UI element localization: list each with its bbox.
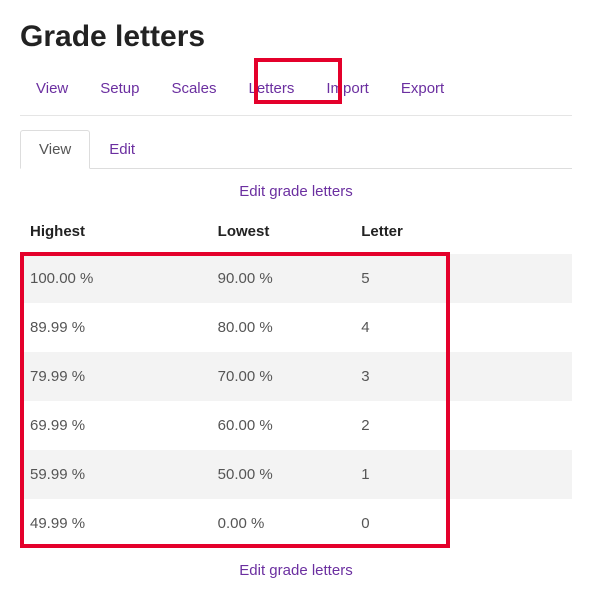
cell-highest: 100.00 % [20, 254, 208, 303]
table-row: 49.99 % 0.00 % 0 [20, 499, 572, 548]
table-row: 59.99 % 50.00 % 1 [20, 450, 572, 499]
cell-lowest: 70.00 % [208, 352, 352, 401]
cell-highest: 69.99 % [20, 401, 208, 450]
page-title: Grade letters [20, 20, 572, 54]
cell-letter: 4 [351, 303, 572, 352]
cell-highest: 79.99 % [20, 352, 208, 401]
table-row: 100.00 % 90.00 % 5 [20, 254, 572, 303]
tab-scales[interactable]: Scales [169, 74, 218, 103]
tab-setup[interactable]: Setup [98, 74, 141, 103]
cell-letter: 0 [351, 499, 572, 548]
main-tab-bar: View Setup Scales Letters Import Export [20, 68, 572, 116]
cell-lowest: 90.00 % [208, 254, 352, 303]
cell-letter: 3 [351, 352, 572, 401]
col-header-letter: Letter [351, 211, 572, 254]
cell-lowest: 50.00 % [208, 450, 352, 499]
sub-tab-bar: View Edit [20, 130, 572, 169]
cell-lowest: 60.00 % [208, 401, 352, 450]
cell-letter: 5 [351, 254, 572, 303]
col-header-lowest: Lowest [208, 211, 352, 254]
tab-letters[interactable]: Letters [246, 74, 296, 103]
edit-grade-letters-link-top[interactable]: Edit grade letters [239, 183, 352, 200]
cell-highest: 49.99 % [20, 499, 208, 548]
table-row: 69.99 % 60.00 % 2 [20, 401, 572, 450]
table-row: 89.99 % 80.00 % 4 [20, 303, 572, 352]
cell-lowest: 0.00 % [208, 499, 352, 548]
edit-grade-letters-link-bottom[interactable]: Edit grade letters [239, 562, 352, 579]
tab-view[interactable]: View [34, 74, 70, 103]
cell-highest: 59.99 % [20, 450, 208, 499]
tab-import[interactable]: Import [324, 74, 371, 103]
cell-lowest: 80.00 % [208, 303, 352, 352]
subtab-edit[interactable]: Edit [90, 130, 154, 169]
grade-letters-table: Highest Lowest Letter 100.00 % 90.00 % 5… [20, 211, 572, 548]
cell-letter: 2 [351, 401, 572, 450]
subtab-view[interactable]: View [20, 130, 90, 169]
tab-export[interactable]: Export [399, 74, 446, 103]
col-header-highest: Highest [20, 211, 208, 254]
table-row: 79.99 % 70.00 % 3 [20, 352, 572, 401]
cell-highest: 89.99 % [20, 303, 208, 352]
cell-letter: 1 [351, 450, 572, 499]
